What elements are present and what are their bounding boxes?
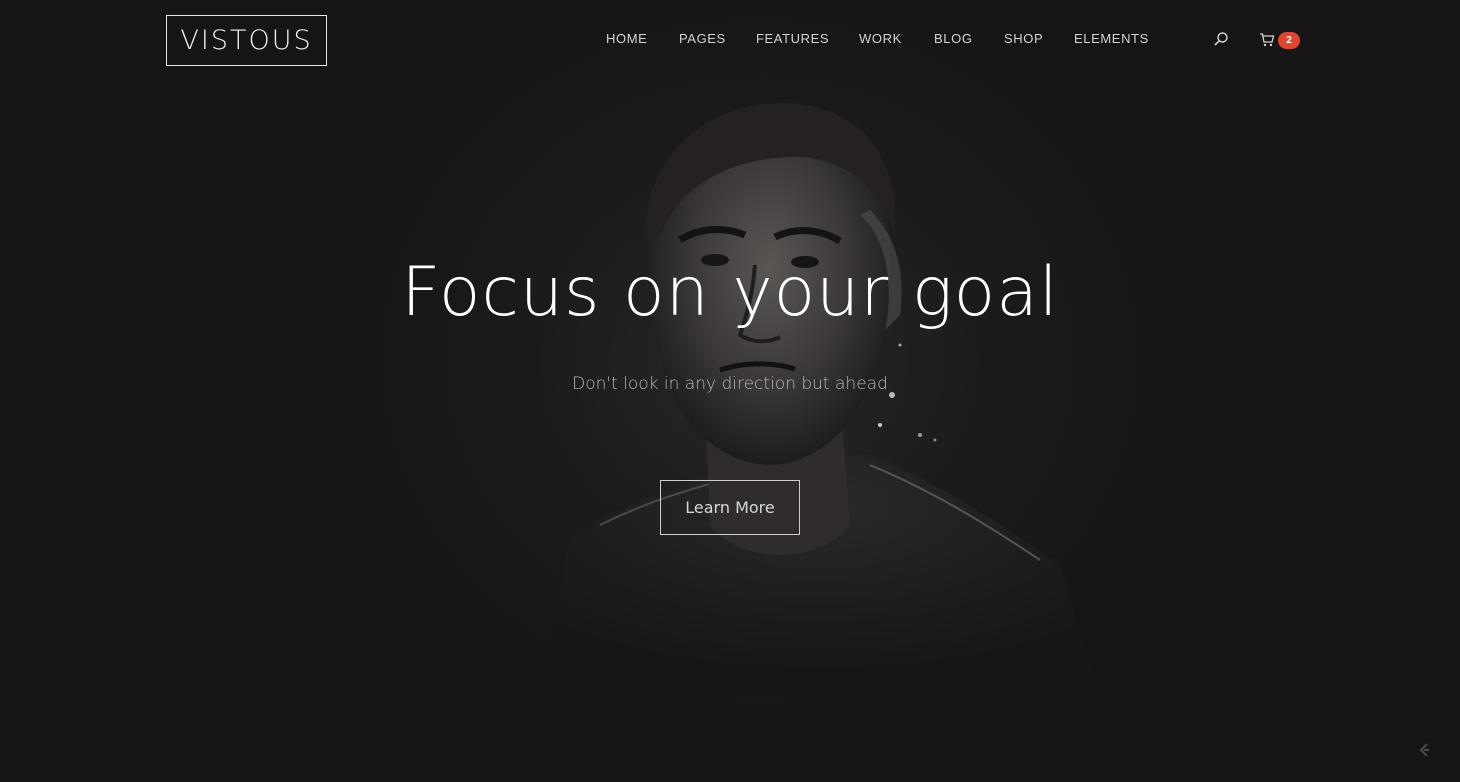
builder-icon[interactable] [1418,743,1432,757]
hero-headline: Focus on your goal [401,253,1059,332]
nav-features[interactable]: FEATURES [756,31,829,46]
hero-subline: Don't look in any direction but ahead [572,374,888,394]
nav-shop[interactable]: SHOP [1004,31,1043,46]
portrait-image [540,103,1100,695]
search-icon[interactable] [1213,31,1229,47]
nav-pages[interactable]: PAGES [679,31,726,46]
site-logo[interactable]: VISTOUS [166,15,327,66]
cart-icon [1260,33,1275,47]
nav-work[interactable]: WORK [859,31,902,46]
learn-more-button[interactable]: Learn More [660,480,800,535]
logo-text: VISTOUS [180,25,313,56]
nav-blog[interactable]: BLOG [934,31,973,46]
nav-elements[interactable]: ELEMENTS [1074,31,1149,46]
cart-count-badge: 2 [1278,32,1300,49]
learn-more-label: Learn More [685,498,775,517]
nav-home[interactable]: HOME [606,31,647,46]
